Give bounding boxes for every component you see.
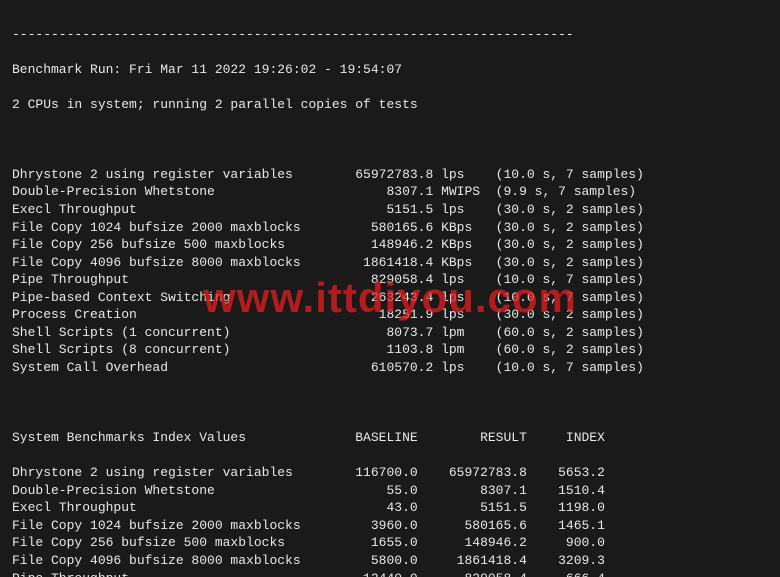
index-row: File Copy 4096 bufsize 8000 maxblocks 58…: [12, 552, 768, 570]
result-row: Pipe-based Context Switching 263243.4 lp…: [12, 289, 768, 307]
blank: [12, 131, 768, 149]
result-row: Process Creation 18251.9 lps (30.0 s, 2 …: [12, 306, 768, 324]
terminal-output: ----------------------------------------…: [0, 0, 780, 577]
index-row: File Copy 256 bufsize 500 maxblocks 1655…: [12, 534, 768, 552]
separator-top: ----------------------------------------…: [12, 26, 768, 44]
result-row: Dhrystone 2 using register variables 659…: [12, 166, 768, 184]
index-block: Dhrystone 2 using register variables 116…: [12, 464, 768, 577]
run-header: Benchmark Run: Fri Mar 11 2022 19:26:02 …: [12, 61, 768, 79]
index-row: Pipe Throughput 12440.0 829058.4 666.4: [12, 570, 768, 577]
result-row: File Copy 4096 bufsize 8000 maxblocks 18…: [12, 254, 768, 272]
result-row: File Copy 1024 bufsize 2000 maxblocks 58…: [12, 219, 768, 237]
index-row: Dhrystone 2 using register variables 116…: [12, 464, 768, 482]
result-row: Pipe Throughput 829058.4 lps (10.0 s, 7 …: [12, 271, 768, 289]
index-header: System Benchmarks Index Values BASELINE …: [12, 429, 768, 447]
index-row: Execl Throughput 43.0 5151.5 1198.0: [12, 499, 768, 517]
result-row: Double-Precision Whetstone 8307.1 MWIPS …: [12, 183, 768, 201]
results-block: Dhrystone 2 using register variables 659…: [12, 166, 768, 377]
result-row: Shell Scripts (8 concurrent) 1103.8 lpm …: [12, 341, 768, 359]
blank: [12, 394, 768, 412]
result-row: Shell Scripts (1 concurrent) 8073.7 lpm …: [12, 324, 768, 342]
result-row: File Copy 256 bufsize 500 maxblocks 1489…: [12, 236, 768, 254]
cpu-header: 2 CPUs in system; running 2 parallel cop…: [12, 96, 768, 114]
result-row: Execl Throughput 5151.5 lps (30.0 s, 2 s…: [12, 201, 768, 219]
index-row: File Copy 1024 bufsize 2000 maxblocks 39…: [12, 517, 768, 535]
index-row: Double-Precision Whetstone 55.0 8307.1 1…: [12, 482, 768, 500]
result-row: System Call Overhead 610570.2 lps (10.0 …: [12, 359, 768, 377]
